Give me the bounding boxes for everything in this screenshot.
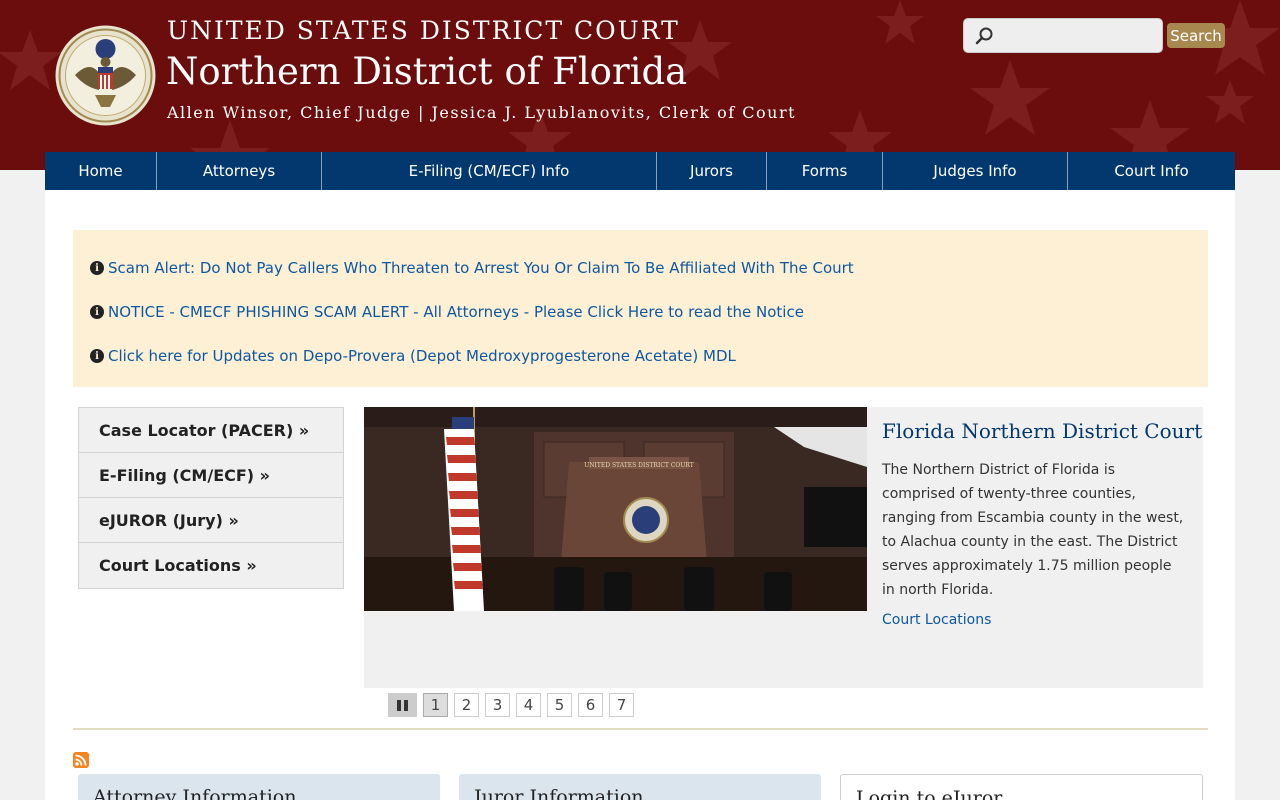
alert-phishing[interactable]: i NOTICE - CMECF PHISHING SCAM ALERT - A… [90, 303, 804, 321]
nav-item-judges-info[interactable]: Judges Info [883, 152, 1068, 190]
info-icon: i [90, 349, 104, 363]
nav-item-court-info[interactable]: Court Info [1068, 152, 1235, 190]
card-attorney-information[interactable]: Attorney Information [78, 774, 440, 800]
alert-mdl[interactable]: i Click here for Updates on Depo-Provera… [90, 347, 736, 365]
pause-button[interactable] [388, 693, 417, 717]
card-login-ejuror[interactable]: Login to eJuror [840, 774, 1203, 800]
featured-slider: UNITED STATES DISTRICT COURT Florida Nor… [364, 407, 1203, 688]
court-seal-logo[interactable] [55, 25, 156, 126]
card-juror-information[interactable]: Juror Information [459, 774, 821, 800]
alert-link[interactable]: NOTICE - CMECF PHISHING SCAM ALERT - All… [108, 303, 804, 321]
court-name-line2[interactable]: Northern District of Florida [166, 50, 687, 93]
slider-pager: 1 2 3 4 5 6 7 [388, 693, 634, 717]
nav-item-forms[interactable]: Forms [767, 152, 883, 190]
nav-item-jurors[interactable]: Jurors [657, 152, 767, 190]
nav-item-attorneys[interactable]: Attorneys [157, 152, 322, 190]
quick-links: Case Locator (PACER) » E-Filing (CM/ECF)… [78, 407, 344, 589]
search-box [963, 18, 1163, 53]
info-icon: i [90, 305, 104, 319]
quick-link-ejuror[interactable]: eJUROR (Jury) » [79, 498, 343, 543]
slide-text: The Northern District of Florida is comp… [882, 462, 1184, 598]
alert-scam[interactable]: i Scam Alert: Do Not Pay Callers Who Thr… [90, 259, 854, 277]
alerts-panel: i Scam Alert: Do Not Pay Callers Who Thr… [73, 230, 1208, 387]
alert-link[interactable]: Scam Alert: Do Not Pay Callers Who Threa… [108, 259, 854, 277]
pager-page-7[interactable]: 7 [609, 693, 634, 717]
info-icon: i [90, 261, 104, 275]
slide-title: Florida Northern District Court [882, 419, 1203, 443]
court-name-line1: UNITED STATES DISTRICT COURT [167, 16, 680, 45]
pager-page-2[interactable]: 2 [454, 693, 479, 717]
nav-item-efiling[interactable]: E-Filing (CM/ECF) Info [322, 152, 657, 190]
alert-link[interactable]: Click here for Updates on Depo-Provera (… [108, 347, 736, 365]
courtroom-photo[interactable]: UNITED STATES DISTRICT COURT [364, 407, 867, 611]
pager-page-6[interactable]: 6 [578, 693, 603, 717]
quick-link-case-locator[interactable]: Case Locator (PACER) » [79, 408, 343, 453]
pager-page-4[interactable]: 4 [516, 693, 541, 717]
site-header: UNITED STATES DISTRICT COURT Northern Di… [0, 0, 1280, 170]
quick-link-court-locations[interactable]: Court Locations » [79, 543, 343, 588]
pager-page-1[interactable]: 1 [423, 693, 448, 717]
search-button[interactable]: Search [1167, 23, 1225, 48]
main-nav: Home Attorneys E-Filing (CM/ECF) Info Ju… [45, 152, 1235, 190]
search-icon [975, 27, 993, 45]
section-divider [73, 728, 1208, 730]
pager-page-3[interactable]: 3 [485, 693, 510, 717]
pause-icon [404, 699, 408, 711]
courtroom-sign: UNITED STATES DISTRICT COURT [584, 462, 694, 469]
quick-link-efiling[interactable]: E-Filing (CM/ECF) » [79, 453, 343, 498]
slide-link-court-locations[interactable]: Court Locations [882, 612, 991, 628]
rss-icon[interactable] [73, 752, 89, 768]
pager-page-5[interactable]: 5 [547, 693, 572, 717]
court-officers: Allen Winsor, Chief Judge | Jessica J. L… [167, 103, 797, 122]
search-input[interactable] [1000, 21, 1158, 50]
pause-icon [397, 699, 401, 711]
nav-item-home[interactable]: Home [45, 152, 157, 190]
